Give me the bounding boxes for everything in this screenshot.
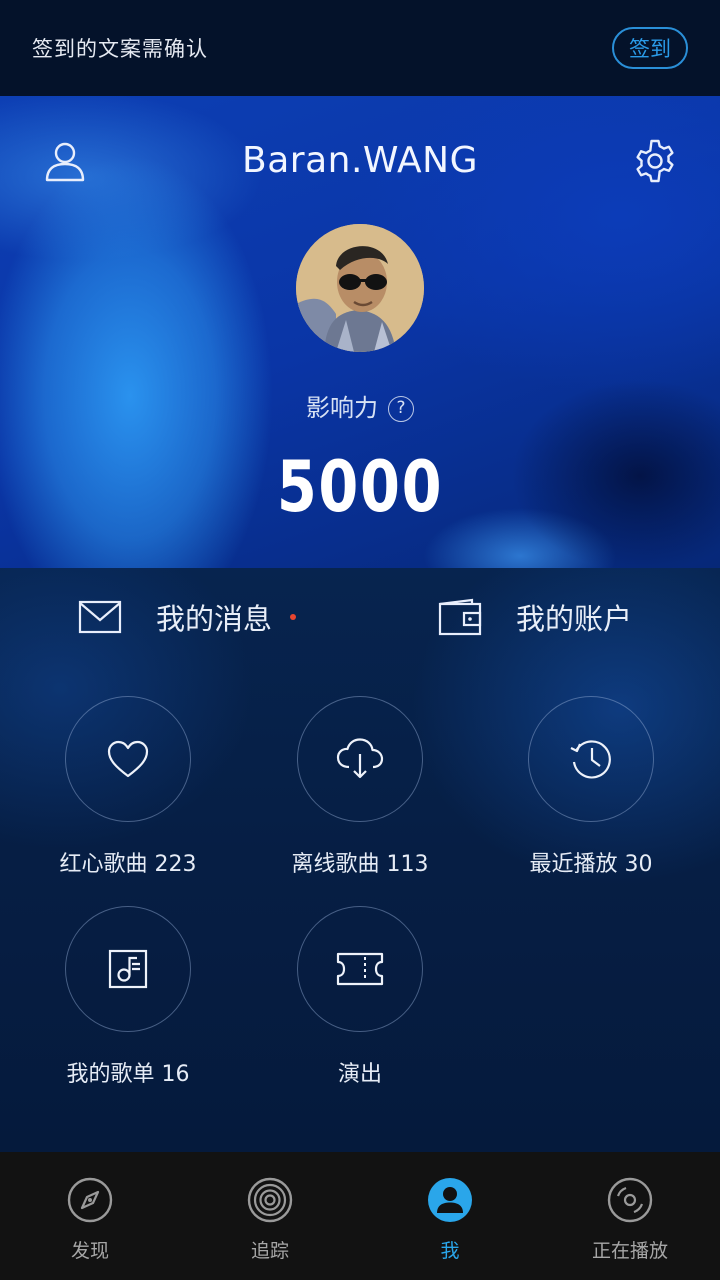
recent-plays-tile[interactable]: 最近播放 30 bbox=[486, 696, 696, 878]
bottom-tab-bar: 发现 追踪 我 正在播放 bbox=[0, 1152, 720, 1280]
wallet-icon bbox=[438, 598, 482, 636]
tab-discover[interactable]: 发现 bbox=[30, 1176, 150, 1263]
recent-plays-label: 最近播放 30 bbox=[529, 852, 653, 877]
quick-links: 我的消息 我的账户 bbox=[0, 568, 720, 664]
history-icon bbox=[570, 740, 611, 779]
influence-row: 影响力? bbox=[0, 388, 720, 423]
vinyl-icon bbox=[607, 1177, 653, 1223]
tab-discover-label: 发现 bbox=[70, 1240, 109, 1262]
heart-icon bbox=[107, 740, 149, 778]
mail-icon bbox=[78, 600, 122, 634]
profile-header: Baran.WANG 影响力? 5000 bbox=[0, 96, 720, 568]
tab-me-label: 我 bbox=[440, 1240, 460, 1262]
avatar-photo bbox=[296, 224, 424, 352]
playlist-icon bbox=[108, 949, 148, 989]
compass-icon bbox=[67, 1177, 113, 1223]
top-banner: 签到的文案需确认 签到 bbox=[0, 0, 720, 96]
shows-label: 演出 bbox=[337, 1062, 382, 1087]
username: Baran.WANG bbox=[242, 140, 478, 181]
tab-now-playing[interactable]: 正在播放 bbox=[570, 1176, 690, 1263]
influence-score: 5000 bbox=[276, 446, 444, 528]
my-account-label: 我的账户 bbox=[516, 602, 633, 636]
influence-label: 影响力 bbox=[306, 394, 378, 422]
ticket-icon bbox=[336, 952, 384, 986]
checkin-notice: 签到的文案需确认 bbox=[32, 37, 208, 61]
tab-now-playing-label: 正在播放 bbox=[591, 1240, 668, 1262]
favorite-songs-tile[interactable]: 红心歌曲 223 bbox=[23, 696, 233, 878]
help-icon[interactable]: ? bbox=[388, 396, 414, 422]
my-playlists-label: 我的歌单 16 bbox=[66, 1062, 190, 1087]
my-playlists-tile[interactable]: 我的歌单 16 bbox=[23, 906, 233, 1088]
my-messages-label: 我的消息 bbox=[156, 602, 273, 636]
unread-dot bbox=[290, 614, 297, 620]
recent-plays-button[interactable] bbox=[528, 696, 654, 822]
my-playlists-button[interactable] bbox=[65, 906, 191, 1032]
favorite-songs-label: 红心歌曲 223 bbox=[59, 852, 197, 877]
checkin-button[interactable]: 签到 bbox=[612, 27, 688, 69]
my-messages-link[interactable]: 我的消息 bbox=[78, 592, 297, 642]
tab-me[interactable]: 我 bbox=[390, 1176, 510, 1263]
radar-icon bbox=[247, 1177, 293, 1223]
offline-songs-tile[interactable]: 离线歌曲 113 bbox=[255, 696, 465, 878]
my-account-link[interactable]: 我的账户 bbox=[438, 592, 632, 642]
gear-icon[interactable] bbox=[632, 138, 678, 184]
shows-button[interactable] bbox=[297, 906, 423, 1032]
tab-track[interactable]: 追踪 bbox=[210, 1176, 330, 1263]
cloud-download-icon bbox=[336, 738, 384, 779]
favorite-songs-button[interactable] bbox=[65, 696, 191, 822]
tab-track-label: 追踪 bbox=[250, 1240, 289, 1262]
offline-songs-label: 离线歌曲 113 bbox=[291, 852, 429, 877]
my-section: 我的消息 我的账户 红心歌曲 223 离线歌曲 113 最近播放 30 我的歌单… bbox=[0, 568, 720, 1152]
avatar[interactable] bbox=[296, 224, 424, 352]
offline-songs-button[interactable] bbox=[297, 696, 423, 822]
shows-tile[interactable]: 演出 bbox=[255, 906, 465, 1088]
profile-icon bbox=[428, 1178, 472, 1222]
